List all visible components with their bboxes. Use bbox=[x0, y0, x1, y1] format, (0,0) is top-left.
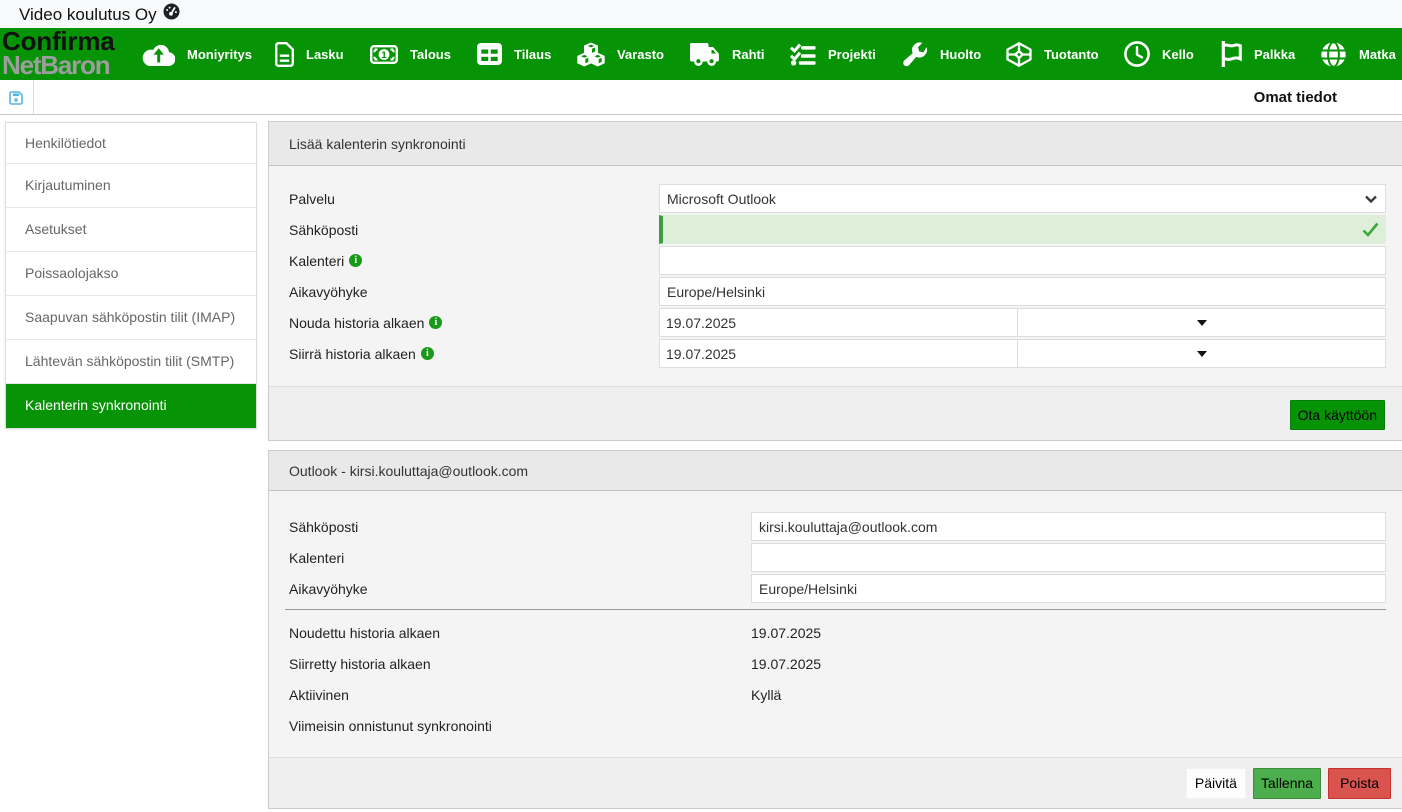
svg-text:1: 1 bbox=[381, 50, 387, 61]
